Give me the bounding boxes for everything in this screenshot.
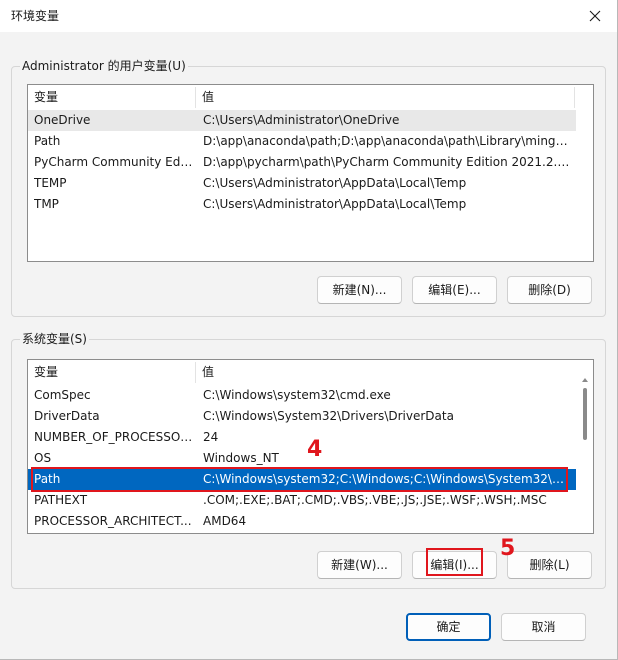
variable-value: C:\Windows\system32\cmd.exe (203, 388, 391, 402)
column-header-value[interactable]: 值 (196, 360, 574, 385)
variable-value: C:\Users\Administrator\AppData\Local\Tem… (203, 176, 467, 190)
list-row[interactable]: PROCESSOR_ARCHITECT... AMD64 (28, 511, 576, 532)
close-icon (589, 10, 601, 21)
vertical-scrollbar[interactable] (576, 360, 594, 533)
list-row[interactable]: PyCharm Community Editi... D:\app\pychar… (28, 152, 576, 173)
user-new-button[interactable]: 新建(N)... (317, 276, 402, 304)
system-variables-group: 系统变量(S) 变量 值 ComSpec C:\Windows\system32… (11, 331, 606, 589)
column-divider[interactable] (574, 87, 575, 108)
variable-value: AMD64 (203, 514, 247, 528)
list-header: 变量 值 (28, 360, 593, 385)
system-new-button[interactable]: 新建(W)... (317, 551, 402, 579)
annotation-step-5: 5 (500, 536, 516, 561)
user-variables-group: Administrator 的用户变量(U) 变量 值 OneDrive C:\… (11, 58, 606, 317)
user-variables-label: Administrator 的用户变量(U) (20, 58, 188, 74)
variable-name: OS (34, 451, 52, 465)
column-header-variable[interactable]: 变量 (28, 360, 196, 385)
annotation-step-4: 4 (307, 437, 323, 462)
list-row[interactable]: DriverData C:\Windows\System32\Drivers\D… (28, 406, 576, 427)
list-header: 变量 值 (28, 85, 593, 110)
variable-name: PATHEXT (34, 493, 88, 507)
list-row[interactable]: Path D:\app\anaconda\path;D:\app\anacond… (28, 131, 576, 152)
environment-variables-dialog: 环境变量 Administrator 的用户变量(U) 变量 值 OneDriv… (0, 0, 618, 660)
variable-name: OneDrive (34, 113, 91, 127)
variable-name: Path (34, 134, 61, 148)
list-row[interactable]: PATHEXT .COM;.EXE;.BAT;.CMD;.VBS;.VBE;.J… (28, 490, 576, 511)
scrollbar-thumb[interactable] (583, 388, 587, 440)
column-header-value[interactable]: 值 (196, 85, 574, 110)
variable-name: TMP (34, 197, 59, 211)
column-header-variable[interactable]: 变量 (28, 85, 196, 110)
variable-value: C:\Users\Administrator\OneDrive (203, 113, 400, 127)
annotation-highlight-edit-button (426, 548, 483, 576)
variable-name: DriverData (34, 409, 100, 423)
list-row[interactable]: OneDrive C:\Users\Administrator\OneDrive (28, 110, 576, 131)
variable-value: C:\Windows\System32\Drivers\DriverData (203, 409, 454, 423)
variable-value: D:\app\pycharm\path\PyCharm Community Ed… (203, 155, 571, 169)
variable-name: NUMBER_OF_PROCESSORS (34, 430, 194, 444)
user-edit-button[interactable]: 编辑(E)... (412, 276, 497, 304)
variable-name: PyCharm Community Editi... (34, 155, 194, 169)
variable-value: C:\Users\Administrator\AppData\Local\Tem… (203, 197, 467, 211)
list-row[interactable]: NUMBER_OF_PROCESSORS 24 (28, 427, 576, 448)
variable-name: TEMP (34, 176, 67, 190)
system-variables-label: 系统变量(S) (20, 331, 89, 347)
close-button[interactable] (573, 0, 617, 31)
title-bar: 环境变量 (0, 0, 617, 32)
scroll-up-arrow-icon[interactable] (576, 374, 594, 386)
variable-value: 24 (203, 430, 219, 444)
cancel-button[interactable]: 取消 (501, 613, 586, 641)
system-delete-button[interactable]: 删除(L) (507, 551, 592, 579)
ok-button[interactable]: 确定 (406, 613, 491, 641)
list-row[interactable]: TMP C:\Users\Administrator\AppData\Local… (28, 194, 576, 215)
variable-value: Windows_NT (203, 451, 279, 465)
list-row[interactable]: OS Windows_NT (28, 448, 576, 469)
variable-name: ComSpec (34, 388, 91, 402)
list-row[interactable]: TEMP C:\Users\Administrator\AppData\Loca… (28, 173, 576, 194)
user-variables-list[interactable]: 变量 值 OneDrive C:\Users\Administrator\One… (27, 84, 594, 262)
user-delete-button[interactable]: 删除(D) (507, 276, 592, 304)
annotation-highlight-path-row (31, 467, 568, 492)
window-title: 环境变量 (11, 9, 60, 23)
variable-value: D:\app\anaconda\path;D:\app\anaconda\pat… (203, 134, 571, 148)
variable-name: PROCESSOR_ARCHITECT... (34, 514, 192, 528)
list-row[interactable]: ComSpec C:\Windows\system32\cmd.exe (28, 385, 576, 406)
variable-value: .COM;.EXE;.BAT;.CMD;.VBS;.VBE;.JS;.JSE;.… (203, 493, 547, 507)
